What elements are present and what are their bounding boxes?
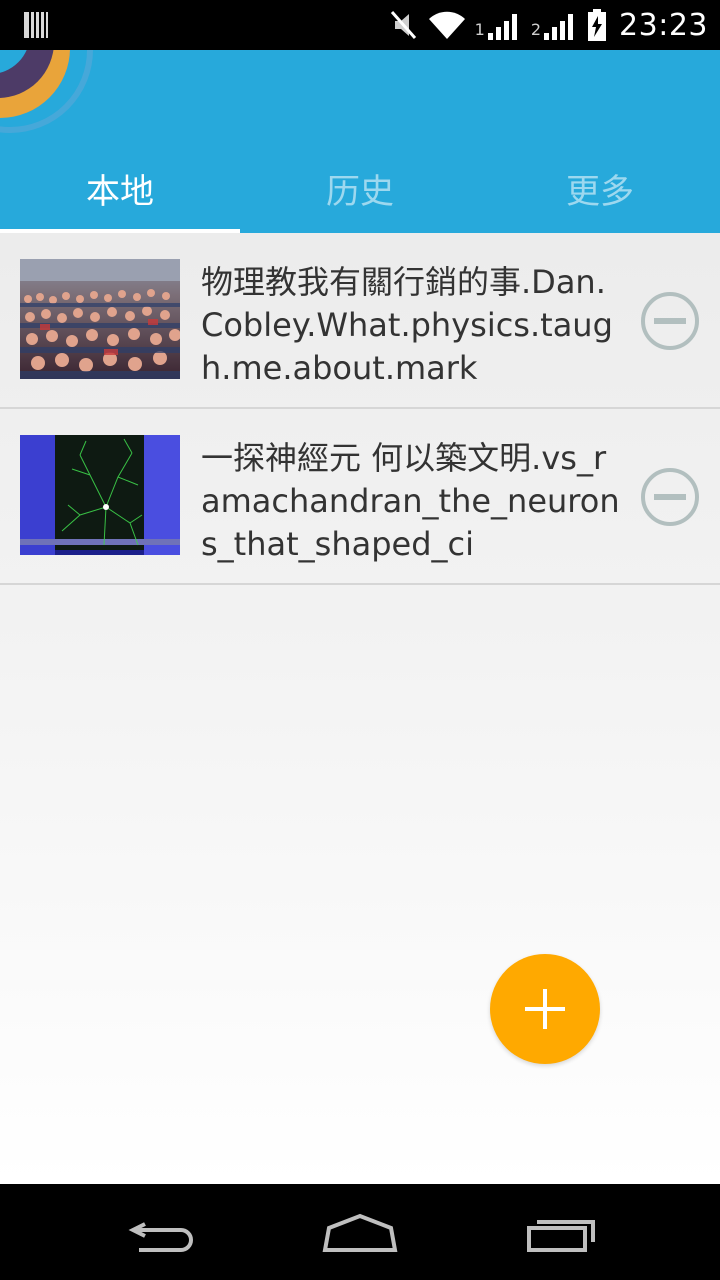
notification-icon	[24, 12, 48, 38]
tab-history[interactable]: 历史	[240, 146, 480, 230]
app-logo	[0, 50, 93, 133]
battery-icon	[588, 9, 607, 41]
video-title: 物理教我有關行銷的事.Dan.Cobley.What.physics.taugh…	[201, 263, 613, 387]
clock: 23:23	[619, 7, 708, 43]
status-bar: 1 2 23:23	[0, 0, 720, 50]
video-thumbnail	[20, 259, 180, 379]
sim2-label: 2	[530, 19, 542, 39]
signal-icon	[544, 14, 574, 40]
home-icon[interactable]	[315, 1202, 405, 1262]
mute-icon	[390, 11, 416, 39]
list-item[interactable]: 物理教我有關行銷的事.Dan.Cobley.What.physics.taugh…	[0, 233, 720, 409]
app-header: 本地 历史 更多	[0, 50, 720, 233]
video-title: 一探神經元 何以築文明.vs_ramachandran_the_neurons_…	[201, 439, 620, 563]
tab-more[interactable]: 更多	[480, 146, 720, 230]
recents-icon[interactable]	[517, 1202, 607, 1262]
remove-icon[interactable]	[640, 291, 700, 351]
tab-local[interactable]: 本地	[0, 146, 240, 230]
sim1-label: 1	[474, 19, 485, 39]
tab-bar: 本地 历史 更多	[0, 146, 720, 230]
nav-bar	[0, 1184, 720, 1280]
plus-icon	[525, 989, 565, 1029]
signal-icon	[487, 14, 517, 40]
back-icon[interactable]	[115, 1202, 205, 1262]
add-button[interactable]	[490, 954, 600, 1064]
wifi-icon	[428, 11, 465, 39]
list-item[interactable]: 一探神經元 何以築文明.vs_ramachandran_the_neurons_…	[0, 409, 720, 585]
video-thumbnail	[20, 435, 180, 555]
screen: 1 2 23:23 本地 历史 更多 物理教我有關行銷的事.Dan.Cobley…	[0, 0, 720, 1280]
remove-icon[interactable]	[640, 467, 700, 527]
video-list: 物理教我有關行銷的事.Dan.Cobley.What.physics.taugh…	[0, 233, 720, 1184]
